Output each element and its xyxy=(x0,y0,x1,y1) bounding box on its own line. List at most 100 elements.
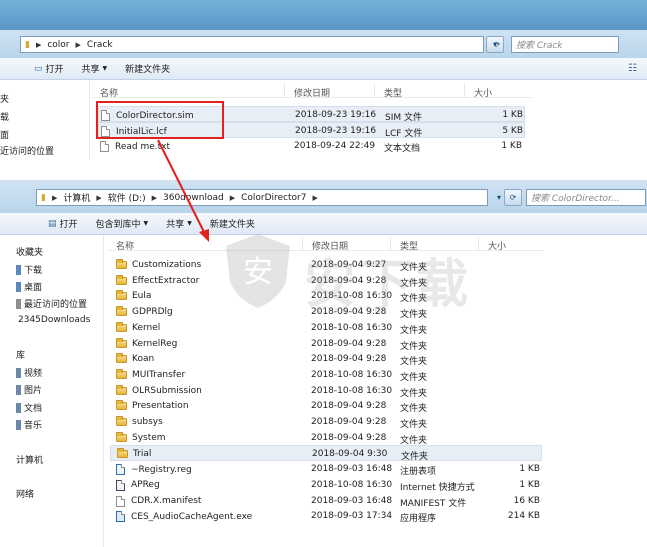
folder-icon: ▮ xyxy=(41,192,46,203)
nav-item-computer[interactable]: 计算机 xyxy=(16,453,43,466)
nav-item-videos[interactable]: 视频 xyxy=(16,366,42,379)
bottom-explorer-window: ▮ ▶ 计算机 ▶ 软件 (D:) ▶ 360download ▶ ColorD… xyxy=(0,180,647,547)
nav-item-downloads[interactable]: 下载 xyxy=(16,263,42,276)
open-button[interactable]: ▤ 打开 xyxy=(48,217,78,231)
chevron-right-icon: ▶ xyxy=(35,40,42,49)
share-button[interactable]: 共享 ▼ xyxy=(166,217,192,230)
file-row[interactable]: subsys 2018-09-04 9:28 文件夹 xyxy=(110,414,542,430)
breadcrumb-segment[interactable]: Crack xyxy=(87,40,113,50)
view-options-icon[interactable]: ☷ xyxy=(628,63,637,74)
nav-item-label: 夹 xyxy=(0,95,10,105)
search-input[interactable]: 搜索 Crack xyxy=(511,36,619,53)
column-divider[interactable] xyxy=(302,237,303,251)
file-row[interactable]: Trial 2018-09-04 9:30 文件夹 xyxy=(110,445,542,462)
nav-item-recent-places[interactable]: 最近访问的位置 xyxy=(16,297,87,310)
file-row[interactable]: Eula 2018-10-08 16:30 文件夹 xyxy=(110,288,542,304)
file-name-cell: EffectExtractor xyxy=(116,274,199,286)
file-row[interactable]: GDPRDlg 2018-09-04 9:28 文件夹 xyxy=(110,304,542,320)
column-header-name[interactable]: 名称 xyxy=(100,86,118,99)
address-bar[interactable]: ▮ ▶ color ▶ Crack xyxy=(20,36,484,53)
search-input[interactable]: 搜索 ColorDirector... xyxy=(526,189,646,206)
breadcrumb-segment[interactable]: color xyxy=(47,40,69,50)
nav-item-pictures[interactable]: 图片 xyxy=(16,383,42,396)
file-modified: 2018-10-08 16:30 xyxy=(311,322,393,333)
column-header-name[interactable]: 名称 xyxy=(116,239,134,252)
nav-item[interactable]: 近访问的位置 xyxy=(0,144,54,157)
file-type: 文件夹 xyxy=(400,325,428,336)
folder-icon xyxy=(116,321,127,332)
file-row[interactable]: ~Registry.reg 2018-09-03 16:48 注册表项 1 KB xyxy=(110,461,542,477)
nav-item-label: 面 xyxy=(0,131,10,141)
column-header-modified[interactable]: 修改日期 xyxy=(294,86,330,99)
nav-item-desktop[interactable]: 桌面 xyxy=(16,280,42,293)
file-modified: 2018-09-04 9:28 xyxy=(311,401,387,412)
column-divider[interactable] xyxy=(284,84,285,98)
column-header-modified[interactable]: 修改日期 xyxy=(312,239,348,252)
file-row[interactable]: MUITransfer 2018-10-08 16:30 文件夹 xyxy=(110,367,542,383)
column-header-size[interactable]: 大小 xyxy=(488,239,506,252)
nav-item-documents[interactable]: 文档 xyxy=(16,401,42,414)
highlight-rectangle xyxy=(96,101,224,139)
nav-item-network[interactable]: 网络 xyxy=(16,487,34,500)
file-row[interactable]: EffectExtractor 2018-09-04 9:28 文件夹 xyxy=(110,273,542,289)
column-divider[interactable] xyxy=(374,84,375,98)
file-row[interactable]: Customizations 2018-09-04 9:27 文件夹 xyxy=(110,257,542,273)
breadcrumb-segment[interactable]: 软件 (D:) xyxy=(108,191,146,204)
refresh-icon: ⟳ xyxy=(509,193,517,202)
include-in-library-button[interactable]: 包含到库中 ▼ xyxy=(96,217,149,230)
column-divider[interactable] xyxy=(464,84,465,98)
file-row[interactable]: KernelReg 2018-09-04 9:28 文件夹 xyxy=(110,336,542,352)
new-folder-button[interactable]: 新建文件夹 xyxy=(210,217,255,230)
file-name: Customizations xyxy=(132,260,202,270)
open-label: 打开 xyxy=(59,220,78,230)
folder-icon xyxy=(116,431,127,442)
nav-item-2345downloads[interactable]: 2345Downloads xyxy=(18,315,90,325)
file-modified: 2018-09-03 16:48 xyxy=(311,495,393,506)
column-header-type[interactable]: 类型 xyxy=(384,86,402,99)
file-row[interactable]: APReg 2018-10-08 16:30 Internet 快捷方式 1 KB xyxy=(110,477,542,493)
refresh-button[interactable]: ⟳ xyxy=(504,189,522,206)
file-name: MUITransfer xyxy=(132,369,186,380)
file-row[interactable]: CES_AudioCacheAgent.exe 2018-09-03 17:34 应… xyxy=(110,508,542,524)
file-row[interactable]: CDR.X.manifest 2018-09-03 16:48 MANIFEST 文… xyxy=(110,493,542,509)
file-row[interactable]: OLRSubmission 2018-10-08 16:30 文件夹 xyxy=(110,383,542,399)
file-row[interactable]: Presentation 2018-09-04 9:28 文件夹 xyxy=(110,398,542,414)
column-header-size[interactable]: 大小 xyxy=(474,86,492,99)
file-name-cell: GDPRDlg xyxy=(116,306,173,317)
open-button[interactable]: ▭ 打开 xyxy=(34,62,64,76)
file-name-cell: CDR.X.manifest xyxy=(116,495,201,507)
nav-item[interactable]: 面 xyxy=(0,128,9,141)
address-bar[interactable]: ▮ ▶ 计算机 ▶ 软件 (D:) ▶ 360download ▶ ColorD… xyxy=(36,189,488,206)
file-row[interactable]: System 2018-09-04 9:28 文件夹 xyxy=(110,430,542,446)
new-folder-button[interactable]: 新建文件夹 xyxy=(125,62,170,75)
file-type: 文件夹 xyxy=(400,278,428,289)
file-name-cell: KernelReg xyxy=(116,337,177,349)
column-divider[interactable] xyxy=(390,237,391,251)
open-icon: ▤ xyxy=(48,218,57,229)
folder-icon xyxy=(116,368,127,379)
chevron-right-icon: ▶ xyxy=(75,40,81,49)
column-divider[interactable] xyxy=(478,237,479,251)
breadcrumb-segment[interactable]: 360download xyxy=(163,193,224,203)
refresh-icon[interactable]: ⟳ xyxy=(488,36,506,53)
breadcrumb-segment[interactable]: ColorDirector7 xyxy=(241,193,306,203)
nav-item-libraries[interactable]: 库 xyxy=(16,348,25,361)
file-row[interactable]: Kernel 2018-10-08 16:30 文件夹 xyxy=(110,320,542,336)
nav-item-favorites[interactable]: 收藏夹 xyxy=(16,245,43,258)
chevron-right-icon: ▶ xyxy=(229,193,236,202)
file-row[interactable]: Read me.txt 2018-09-24 22:49 文本文档 1 KB xyxy=(98,138,525,154)
nav-item[interactable]: 载 xyxy=(0,110,9,123)
file-name: Read me.txt xyxy=(115,141,171,152)
desktop-icon xyxy=(16,281,21,292)
file-name-cell: Trial xyxy=(117,448,151,459)
column-header-type[interactable]: 类型 xyxy=(400,239,418,252)
breadcrumb-segment[interactable]: 计算机 xyxy=(63,191,90,204)
chevron-right-icon: ▶ xyxy=(312,193,318,202)
share-button[interactable]: 共享 ▼ xyxy=(82,62,108,75)
file-name: Eula xyxy=(132,291,152,302)
nav-item-music[interactable]: 音乐 xyxy=(16,418,42,431)
nav-item[interactable]: 夹 xyxy=(0,92,9,105)
file-name: System xyxy=(132,432,166,443)
file-type: Internet 快捷方式 xyxy=(400,482,475,493)
file-row[interactable]: Koan 2018-09-04 9:28 文件夹 xyxy=(110,351,542,367)
